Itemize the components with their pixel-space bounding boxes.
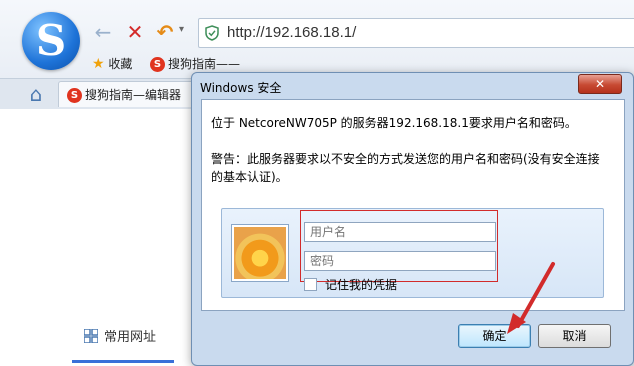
quick-links-underline <box>72 360 174 363</box>
password-field[interactable] <box>304 251 496 271</box>
sogou-s-icon: S <box>67 88 82 103</box>
tab-label: 搜狗指南—编辑器 <box>85 88 182 102</box>
sogou-s-icon: S <box>150 57 165 72</box>
credential-box: 记住我的凭据 <box>221 208 604 298</box>
favorites-sogou-label: 搜狗指南—— <box>168 57 241 71</box>
username-field[interactable] <box>304 222 496 242</box>
favorites-bookmarks[interactable]: ★ 收藏 <box>92 54 132 74</box>
highlight-frame <box>300 210 498 282</box>
dialog-title: Windows 安全 <box>200 81 282 95</box>
undo-icon[interactable]: ↶ <box>154 20 176 44</box>
sogou-logo[interactable]: S <box>22 12 80 70</box>
tab-sogou-editor[interactable]: S 搜狗指南—编辑器 <box>58 81 198 107</box>
address-bar[interactable]: http://192.168.18.1/ <box>198 18 634 48</box>
dialog-warning: 警告：此服务器要求以不安全的方式发送您的用户名和密码(没有安全连接的基本认证)。 <box>211 152 600 184</box>
home-icon[interactable]: ⌂ <box>24 83 48 105</box>
dialog-message: 位于 NetcoreNW705P 的服务器192.168.18.1要求用户名和密… <box>211 116 577 130</box>
ok-button[interactable]: 确定 <box>458 324 531 348</box>
remember-label: 记住我的凭据 <box>325 278 398 292</box>
favorites-sogou-link[interactable]: S 搜狗指南—— <box>150 54 240 74</box>
close-button[interactable]: ✕ <box>578 74 622 94</box>
shield-icon <box>205 25 219 41</box>
favorites-bookmarks-label: 收藏 <box>108 57 133 71</box>
cancel-button[interactable]: 取消 <box>538 324 611 348</box>
stop-x-icon[interactable]: ✕ <box>124 20 146 44</box>
star-icon: ★ <box>92 56 105 72</box>
dialog-body: 位于 NetcoreNW705P 的服务器192.168.18.1要求用户名和密… <box>201 99 625 311</box>
browser-toolbar: S ← ✕ ↶ ▾ http://192.168.18.1/ ★ 收藏 S 搜狗指… <box>0 0 634 78</box>
security-dialog: Windows 安全 ✕ 位于 NetcoreNW705P 的服务器192.16… <box>191 72 634 366</box>
address-url[interactable]: http://192.168.18.1/ <box>227 24 356 41</box>
chevron-down-icon[interactable]: ▾ <box>179 24 184 35</box>
back-arrow-icon[interactable]: ← <box>92 20 114 44</box>
grid-icon <box>84 329 98 343</box>
remember-checkbox[interactable] <box>304 278 317 291</box>
quick-links-label: 常用网址 <box>104 330 157 345</box>
user-avatar <box>232 225 288 281</box>
remember-credentials[interactable]: 记住我的凭据 <box>304 276 397 293</box>
quick-links[interactable]: 常用网址 <box>84 328 156 348</box>
